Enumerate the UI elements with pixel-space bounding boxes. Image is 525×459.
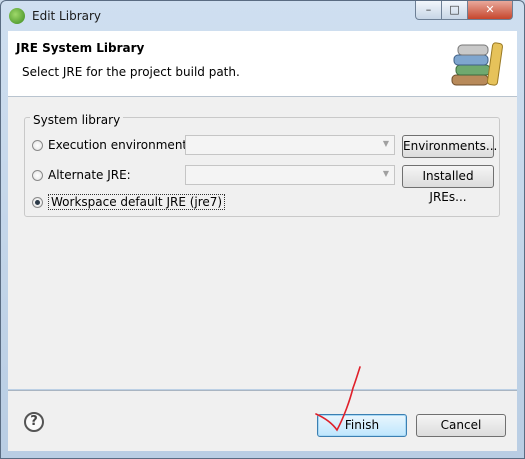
group-legend: System library	[30, 113, 124, 127]
banner-message: Select JRE for the project build path.	[22, 65, 240, 79]
alternate-jre-combo[interactable]: ▼	[185, 165, 395, 185]
chevron-down-icon: ▼	[382, 139, 389, 148]
chevron-down-icon: ▼	[382, 169, 389, 178]
banner-title: JRE System Library	[16, 41, 145, 55]
edit-library-dialog: Edit Library – □ ✕ JRE System Library Se…	[0, 0, 525, 459]
workspace-default-jre-radio[interactable]: Workspace default JRE (jre7)	[32, 193, 226, 211]
spring-leaf-icon	[9, 8, 25, 24]
window-title: Edit Library	[32, 9, 102, 23]
dialog-content: System library Execution environment: ▼ …	[8, 97, 517, 389]
maximize-button[interactable]: □	[441, 1, 468, 20]
dialog-footer: ? Finish Cancel	[8, 391, 517, 451]
workspace-default-jre-label: Workspace default JRE (jre7)	[48, 194, 226, 210]
cancel-button[interactable]: Cancel	[416, 414, 506, 437]
radio-icon	[32, 169, 43, 181]
execution-environment-label: Execution environment:	[48, 138, 192, 152]
execution-environment-combo[interactable]: ▼	[185, 135, 395, 155]
execution-environment-radio[interactable]: Execution environment:	[32, 136, 191, 154]
finish-button[interactable]: Finish	[317, 414, 407, 437]
help-icon[interactable]: ?	[24, 412, 44, 432]
alternate-jre-radio[interactable]: Alternate JRE:	[32, 166, 131, 184]
installed-jres-button[interactable]: Installed JREs...	[402, 165, 494, 204]
radio-icon	[32, 139, 43, 151]
library-books-icon	[451, 42, 503, 86]
close-button[interactable]: ✕	[467, 1, 513, 20]
environments-button[interactable]: Environments...	[402, 135, 497, 158]
radio-selected-icon	[32, 196, 43, 208]
wizard-banner: JRE System Library Select JRE for the pr…	[8, 31, 517, 97]
alternate-jre-label: Alternate JRE:	[48, 168, 131, 182]
minimize-button[interactable]: –	[415, 1, 442, 20]
title-bar[interactable]: Edit Library – □ ✕	[1, 1, 524, 31]
